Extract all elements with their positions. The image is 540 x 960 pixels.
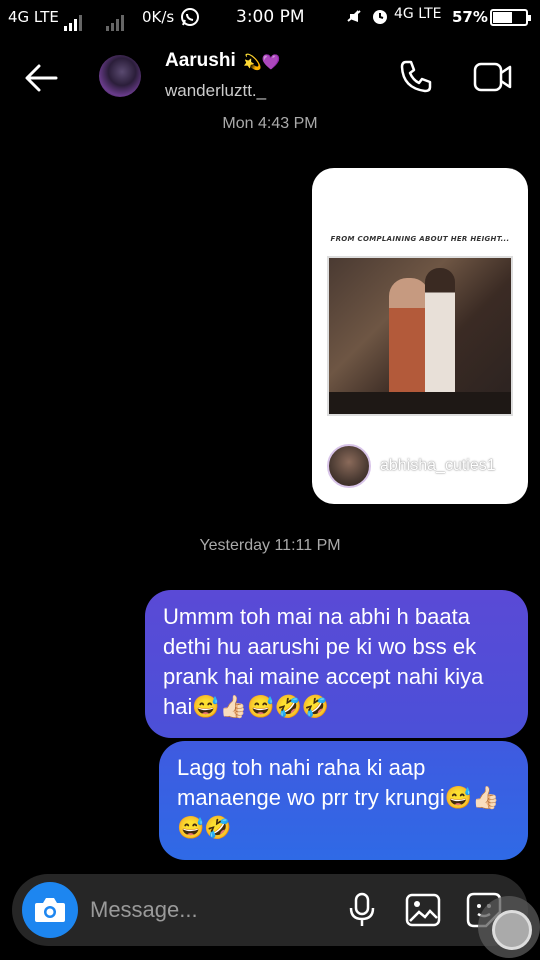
contact-handle[interactable]: wanderluztt._ <box>165 81 266 101</box>
contact-name-emoji: 💫💜 <box>243 53 281 71</box>
post-author-username[interactable]: abhisha_cuties1 <box>380 457 496 475</box>
camera-icon <box>35 898 65 922</box>
voice-message-button[interactable] <box>348 892 376 928</box>
camera-button[interactable] <box>22 882 78 938</box>
video-call-button[interactable] <box>473 60 513 94</box>
contact-name[interactable]: Aarushi <box>165 50 236 72</box>
status-bar: 4G LTE 0K/s 3:00 PM 4G LTE 57% <box>0 0 540 34</box>
whatsapp-icon <box>180 7 200 32</box>
phone-icon <box>400 60 432 93</box>
battery-icon <box>490 9 531 26</box>
gallery-button[interactable] <box>405 893 441 927</box>
arrow-left-icon <box>25 64 58 92</box>
signal-strength-icon <box>64 7 84 31</box>
message-timestamp: Mon 4:43 PM <box>222 115 318 132</box>
back-button[interactable] <box>22 60 62 96</box>
voice-call-button[interactable] <box>398 58 434 94</box>
battery-percent: 57% <box>452 8 488 26</box>
shared-post-card[interactable]: FROM COMPLAINING ABOUT HER HEIGHT... abh… <box>312 168 528 504</box>
network-type-left: 4G LTE <box>8 8 59 26</box>
contact-avatar[interactable] <box>99 55 141 97</box>
video-camera-icon <box>473 62 512 92</box>
chat-header: Aarushi 💫💜 wanderluztt._ <box>0 40 540 116</box>
message-timestamp: Yesterday 11:11 PM <box>199 537 341 554</box>
assistive-touch-button[interactable] <box>478 896 540 958</box>
signal-strength-2-icon <box>106 7 126 31</box>
alarm-icon <box>371 7 389 30</box>
microphone-icon <box>349 892 375 926</box>
network-type-right: 4G LTE <box>394 6 442 22</box>
network-speed: 0K/s <box>142 8 175 26</box>
post-author-avatar[interactable] <box>327 444 371 488</box>
post-caption: FROM COMPLAINING ABOUT HER HEIGHT... <box>330 235 510 243</box>
image-icon <box>405 893 441 927</box>
sent-message-bubble[interactable]: Lagg toh nahi raha ki aap manaenge wo pr… <box>159 741 528 860</box>
post-thumbnail[interactable] <box>327 256 513 416</box>
sent-message-bubble[interactable]: Ummm toh mai na abhi h baata dethi hu aa… <box>145 590 528 738</box>
message-input[interactable] <box>90 892 330 928</box>
mute-icon <box>345 7 363 30</box>
clock: 3:00 PM <box>236 7 305 27</box>
message-composer <box>12 874 528 946</box>
